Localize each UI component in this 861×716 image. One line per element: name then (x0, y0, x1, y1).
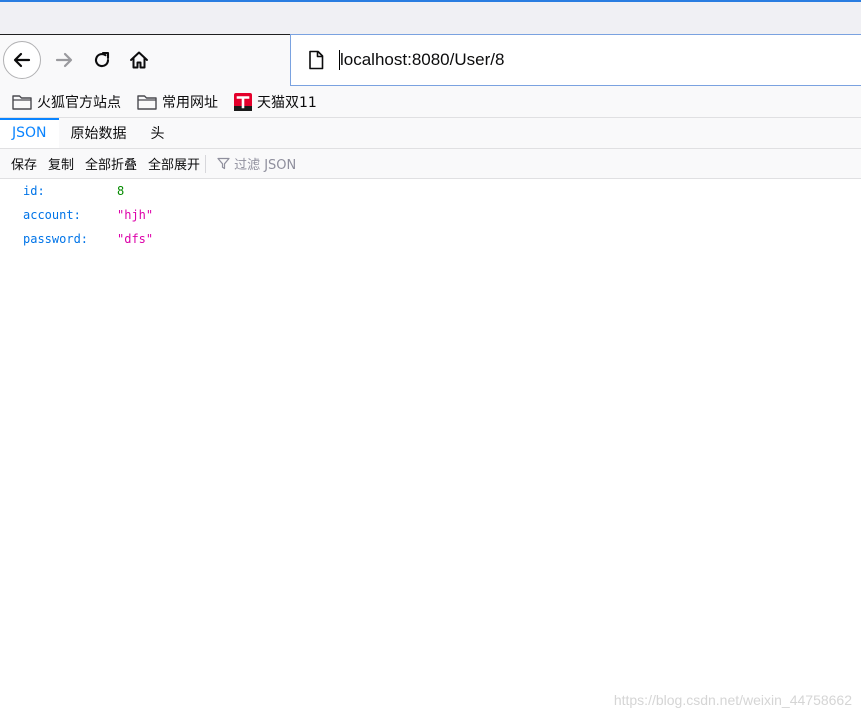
json-viewer-tabs: JSON 原始数据 头 (0, 118, 861, 149)
filter-icon (217, 157, 230, 170)
folder-icon (12, 94, 32, 110)
json-key: account: (23, 208, 81, 222)
tab-headers[interactable]: 头 (139, 118, 177, 148)
filter-placeholder: 过滤 JSON (234, 158, 297, 173)
json-toolbar: 保存 复制 全部折叠 全部展开 过滤 JSON (0, 149, 861, 179)
json-row-id[interactable]: id: 8 (0, 179, 861, 203)
json-key: password: (23, 232, 89, 246)
bookmark-tmall[interactable]: 天猫双11 (234, 92, 317, 112)
back-arrow-icon (13, 52, 31, 68)
toolbar-divider (205, 154, 207, 173)
save-button[interactable]: 保存 (11, 154, 37, 173)
watermark: https://blog.csdn.net/weixin_44758662 (613, 692, 852, 708)
collapse-all-button[interactable]: 全部折叠 (85, 154, 137, 173)
reload-icon (95, 51, 110, 68)
home-button[interactable] (125, 45, 153, 75)
json-row-account[interactable]: account: "hjh" (0, 203, 861, 227)
bookmark-firefox-official[interactable]: 火狐官方站点 (12, 92, 121, 112)
json-row-password[interactable]: password: "dfs" (0, 227, 861, 251)
forward-arrow-icon (55, 52, 73, 68)
bookmarks-toolbar: 火狐官方站点 常用网址 天猫双11 (0, 86, 861, 118)
address-bar[interactable]: localhost:8080/User/8 (290, 34, 861, 86)
forward-button[interactable] (50, 45, 78, 75)
window-title-bar (0, 0, 861, 34)
tab-json[interactable]: JSON (0, 118, 59, 148)
expand-all-button[interactable]: 全部展开 (148, 154, 200, 173)
json-value: 8 (117, 184, 125, 198)
copy-button[interactable]: 复制 (48, 154, 74, 173)
folder-icon (137, 94, 157, 110)
page-icon (307, 50, 327, 70)
back-button[interactable] (3, 41, 41, 79)
bookmark-label: 天猫双11 (257, 94, 317, 111)
bookmark-label: 常用网址 (162, 94, 218, 111)
json-value: "hjh" (117, 208, 154, 222)
navigation-bar: localhost:8080/User/8 (0, 34, 861, 87)
reload-button[interactable] (88, 45, 116, 75)
url-text[interactable]: localhost:8080/User/8 (339, 50, 504, 70)
tmall-icon (234, 92, 252, 111)
home-icon (130, 51, 148, 69)
json-value: "dfs" (117, 232, 154, 246)
json-tree: id: 8 account: "hjh" password: "dfs" (0, 179, 861, 251)
bookmark-common-sites[interactable]: 常用网址 (137, 92, 218, 112)
bookmark-label: 火狐官方站点 (37, 94, 121, 111)
json-key: id: (23, 184, 45, 198)
filter-json-input[interactable]: 过滤 JSON (217, 154, 296, 173)
tab-raw-data[interactable]: 原始数据 (59, 118, 139, 148)
